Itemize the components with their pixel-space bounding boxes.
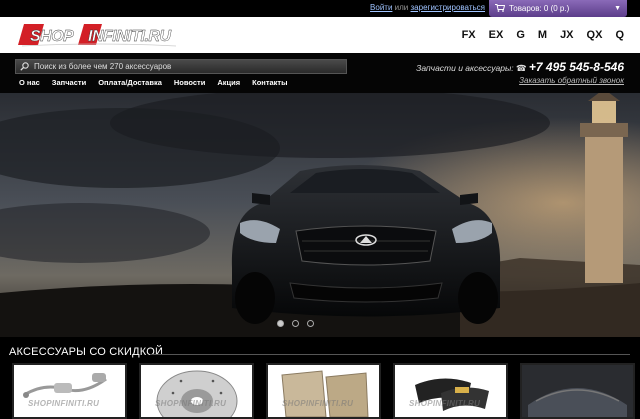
search-box [15,59,347,74]
cart-icon [495,4,505,12]
product-image [156,370,238,417]
product-watermark: SHOPINFINITI.RU [282,399,354,408]
hero-image [0,93,640,337]
model-nav: FX EX G M JX QX Q [449,17,624,53]
product-card-brake-disc[interactable]: SHOPINFINITI.RU [139,363,254,419]
menu-about[interactable]: О нас [19,78,40,87]
phone-number[interactable]: +7 495 545-8-546 [529,60,624,74]
slider-dot-3[interactable] [307,320,314,327]
section-divider [150,354,630,355]
slider-dots [277,320,322,327]
product-card-car-interior[interactable] [520,363,635,419]
section-title: АКСЕССУАРЫ СО СКИДКОЙ [9,346,164,358]
model-jx[interactable]: JX [560,29,573,41]
cart-button[interactable]: Товаров: 0 (0 р.) ▼ [489,0,627,17]
product-card-exhaust[interactable]: SHOPINFINITI.RU [12,363,127,419]
model-q[interactable]: Q [615,29,624,41]
product-image [23,373,107,398]
menu-news[interactable]: Новости [174,78,205,87]
product-image [415,378,489,411]
product-watermark: SHOPINFINITI.RU [28,399,100,408]
menu-parts[interactable]: Запчасти [52,78,86,87]
chevron-down-icon[interactable]: ▼ [614,0,621,17]
callback-link[interactable]: Заказать обратный звонок [519,76,624,85]
product-image [281,370,369,417]
hero-slider[interactable] [0,93,640,337]
model-fx[interactable]: FX [462,29,476,41]
nav-zone: О нас Запчасти Оплата/Доставка Новости А… [0,53,640,93]
product-list: SHOPINFINITI.RU SHOPINFINITI.RU SHOPINFI… [12,363,640,419]
model-ex[interactable]: EX [489,29,504,41]
login-link[interactable]: Войти [370,3,392,12]
slider-dot-1[interactable] [277,320,284,327]
slider-dot-2[interactable] [292,320,299,327]
svg-text:INFINITI.RU: INFINITI.RU [88,28,171,45]
top-bar: Войти или зарегистрироваться Товаров: 0 … [0,0,640,17]
product-watermark: SHOPINFINITI.RU [155,399,227,408]
auth-links: Войти или зарегистрироваться [370,3,485,12]
menu-promo[interactable]: Акция [217,78,240,87]
cart-label: Товаров: 0 (0 р.) [509,4,570,13]
model-g[interactable]: G [516,29,525,41]
auth-or: или [394,3,409,12]
menu-payment-delivery[interactable]: Оплата/Доставка [98,78,162,87]
register-link[interactable]: зарегистрироваться [411,3,485,12]
model-qx[interactable]: QX [587,29,603,41]
product-watermark: SHOPINFINITI.RU [409,399,481,408]
product-image [522,365,633,417]
model-m[interactable]: M [538,29,547,41]
main-menu: О нас Запчасти Оплата/Доставка Новости А… [19,78,300,87]
product-card-floor-mats[interactable]: SHOPINFINITI.RU [266,363,381,419]
contact-text: Запчасти и аксессуары: [416,63,514,73]
menu-contacts[interactable]: Контакты [252,78,287,87]
svg-text:SHOP: SHOP [30,28,74,45]
phone-icon: ☎ [515,63,527,73]
header: SHOP INFINITI.RU FX EX G M JX QX Q [0,17,640,53]
search-icon[interactable] [20,62,29,71]
product-card-brake-pads[interactable]: SHOPINFINITI.RU [393,363,508,419]
site-logo[interactable]: SHOP INFINITI.RU [18,22,180,47]
contact-line: Запчасти и аксессуары: ☎ +7 495 545-8-54… [416,60,624,74]
search-input[interactable] [34,60,334,73]
